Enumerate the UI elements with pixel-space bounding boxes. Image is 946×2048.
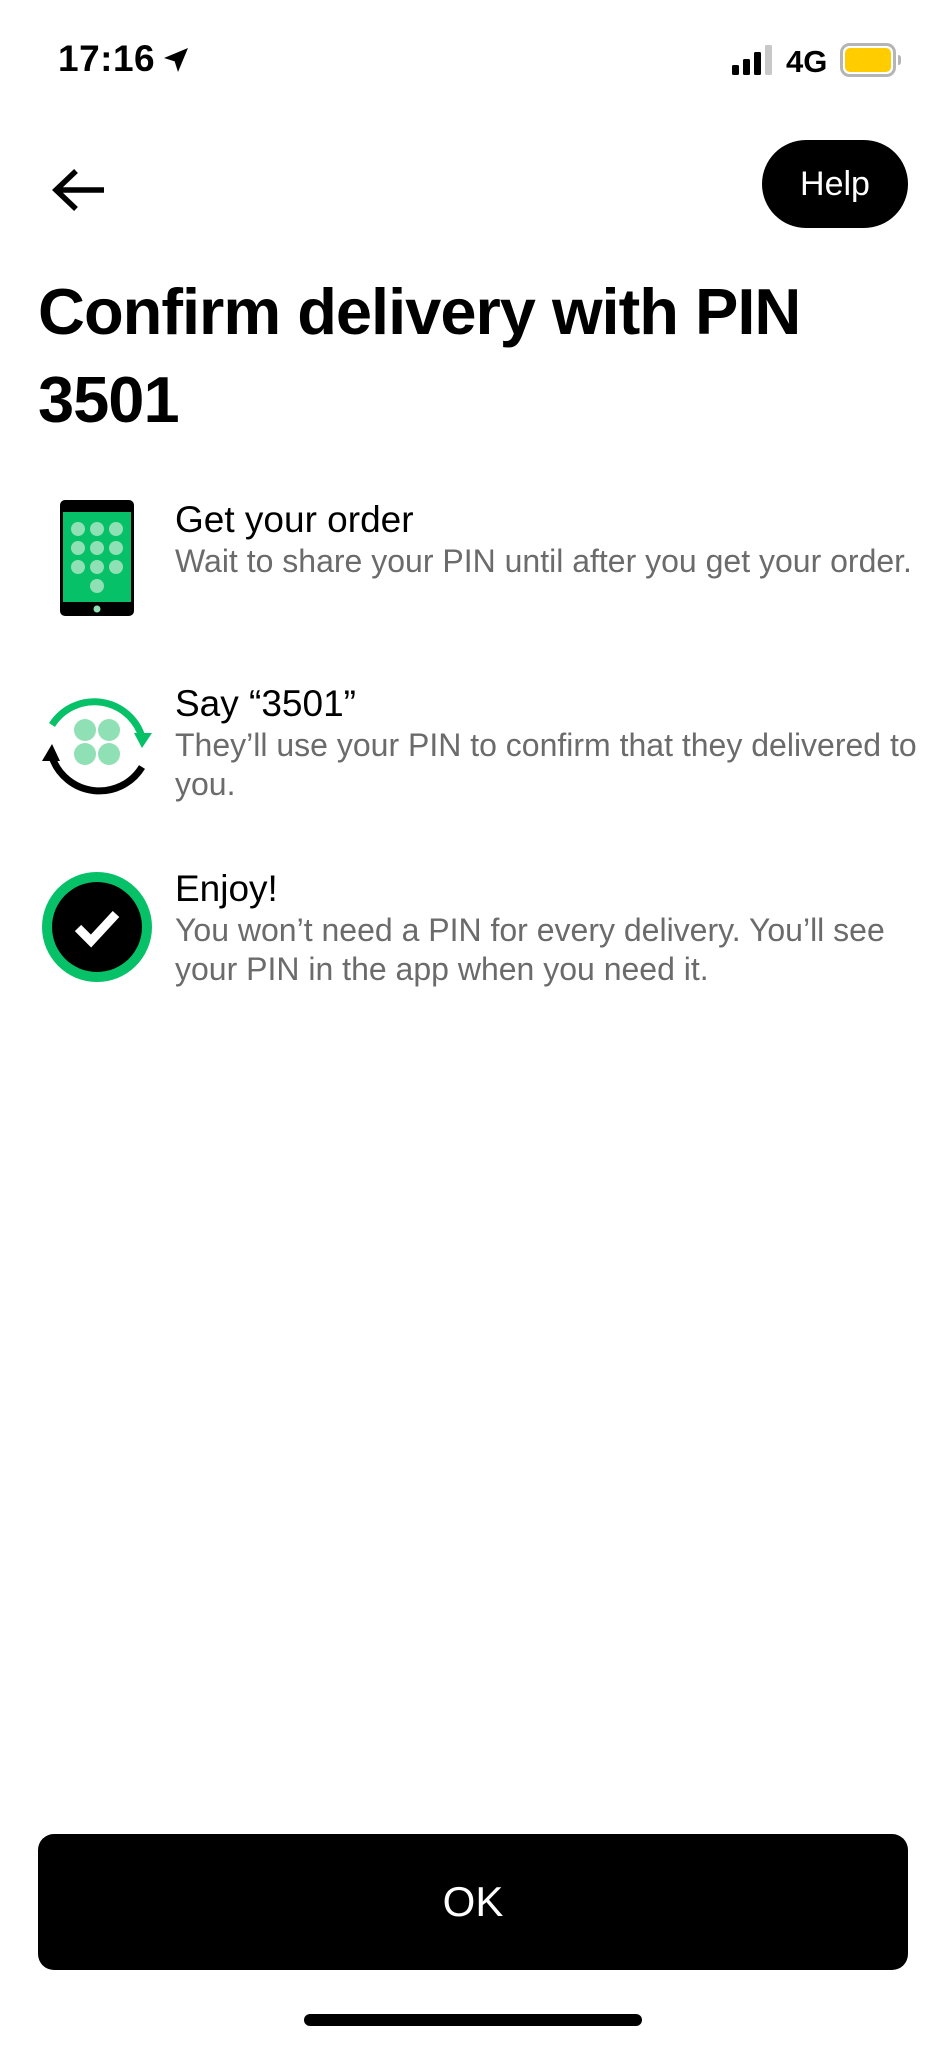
home-indicator[interactable] (304, 2014, 642, 2026)
arrow-left-icon (52, 169, 104, 211)
checkmark-circle-icon (42, 872, 152, 982)
step-title: Say “3501” (175, 683, 356, 724)
ok-button[interactable]: OK (38, 1834, 908, 1970)
phone-keypad-icon (60, 500, 134, 616)
step-title: Enjoy! (175, 868, 278, 909)
status-time: 17:16 (58, 38, 156, 79)
help-button[interactable]: Help (762, 140, 908, 228)
location-arrow-icon (164, 48, 188, 72)
step-description: You won’t need a PIN for every delivery.… (175, 912, 885, 987)
step-title: Get your order (175, 499, 414, 540)
step-text: Say “3501” They’ll use your PIN to confi… (175, 682, 946, 804)
page-title: Confirm delivery with PIN 3501 (38, 275, 801, 436)
signal-bars-icon (732, 45, 772, 75)
network-label: 4G (786, 44, 828, 79)
step-text: Enjoy! You won’t need a PIN for every de… (175, 867, 946, 989)
battery-icon (840, 43, 901, 77)
status-bar: 17:16 4G (0, 0, 946, 120)
pin-exchange-icon (42, 698, 152, 795)
step-text: Get your order Wait to share your PIN un… (175, 498, 946, 581)
screen: 17:16 4G Help Confirm delivery with PIN … (0, 0, 946, 2048)
step-description: Wait to share your PIN until after you g… (175, 543, 912, 579)
step-description: They’ll use your PIN to confirm that the… (175, 727, 917, 802)
back-button[interactable] (44, 160, 114, 220)
